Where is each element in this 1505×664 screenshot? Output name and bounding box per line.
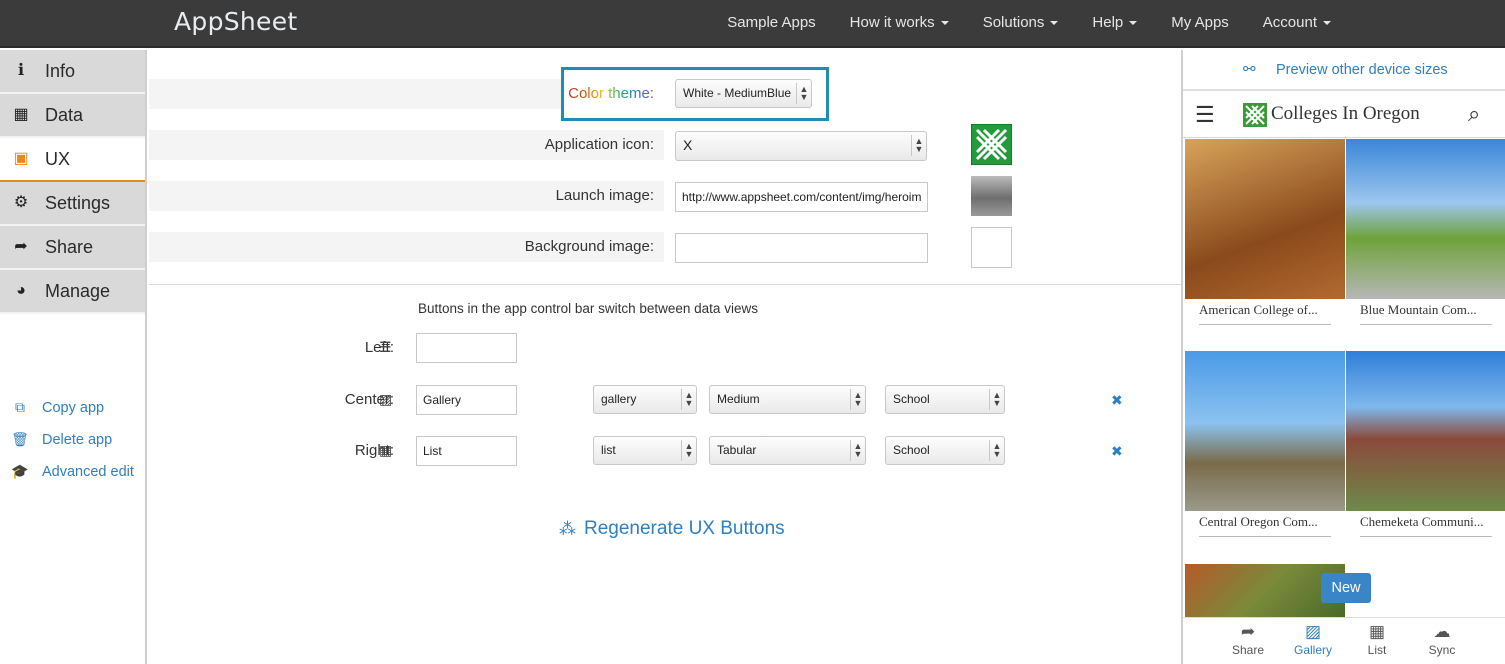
center-button-name-input[interactable]: Gallery bbox=[416, 385, 517, 415]
top-navigation-bar: AppSheet Sample Apps How it works Soluti… bbox=[0, 0, 1505, 48]
sidebar-item-manage[interactable]: ◕ Manage bbox=[0, 270, 145, 314]
caret-down-icon bbox=[1050, 21, 1059, 26]
nav-sample-apps[interactable]: Sample Apps bbox=[710, 0, 832, 48]
share-arrow-icon: ➦ bbox=[14, 238, 28, 255]
graduation-cap-icon: 🎓 bbox=[11, 463, 29, 479]
application-icon-select[interactable]: X ▲ ▼ bbox=[675, 131, 927, 161]
table-icon: ▦ bbox=[379, 442, 393, 458]
sidebar-item-data[interactable]: ▦ Data bbox=[0, 94, 145, 138]
tab-list[interactable]: ▦ List bbox=[1347, 621, 1407, 657]
right-table-select[interactable]: School ▲ ▼ bbox=[885, 436, 1005, 465]
center-button-row: Center: ▨ Gallery gallery ▲ ▼ Medium ▲ ▼ Sch… bbox=[149, 385, 1181, 417]
select-arrows-icon: ▲ ▼ bbox=[850, 440, 865, 461]
cloud-icon: ☁ bbox=[1433, 622, 1451, 641]
left-button-name-input[interactable] bbox=[416, 333, 517, 363]
sidebar-item-ux[interactable]: ▣ UX bbox=[0, 138, 145, 182]
gallery-card-image bbox=[1346, 139, 1505, 299]
nav-help[interactable]: Help bbox=[1075, 0, 1154, 48]
launch-image-thumbnail bbox=[971, 176, 1012, 216]
select-arrows-icon: ▲ ▼ bbox=[681, 440, 696, 461]
center-view-type-select[interactable]: gallery ▲ ▼ bbox=[593, 385, 697, 414]
center-table-select[interactable]: School ▲ ▼ bbox=[885, 385, 1005, 414]
phone-tab-bar: ➦ Share ▨ Gallery ▦ List ☁ Sync bbox=[1183, 617, 1505, 664]
image-file-icon: ▣ bbox=[13, 150, 29, 167]
gallery-icon: ▨ bbox=[1304, 622, 1322, 641]
device-preview-panel: ⚯ Preview other device sizes ☰ Colleges I… bbox=[1181, 50, 1505, 664]
phone-app-header: ☰ Colleges In Oregon ⌕ bbox=[1183, 93, 1505, 138]
gallery-card-caption: Blue Mountain Com... bbox=[1360, 302, 1492, 325]
gallery-card-image bbox=[1185, 351, 1345, 511]
spinner-icon: ⁂ bbox=[559, 519, 576, 538]
regenerate-ux-buttons-button[interactable]: ⁂ Regenerate UX Buttons bbox=[559, 518, 785, 540]
new-record-button[interactable]: New bbox=[1321, 573, 1371, 603]
caret-down-icon bbox=[1323, 21, 1331, 26]
search-icon[interactable]: ⌕ bbox=[1468, 101, 1480, 127]
buttons-caption: Buttons in the app control bar switch be… bbox=[418, 301, 758, 316]
right-button-name-input[interactable]: List bbox=[416, 436, 517, 466]
tab-gallery[interactable]: ▨ Gallery bbox=[1283, 621, 1343, 657]
sidebar-item-settings[interactable]: ⚙ Settings bbox=[0, 182, 145, 226]
app-logo-icon bbox=[1243, 103, 1267, 127]
application-icon-label: Application icon: bbox=[544, 136, 654, 153]
left-button-row: Left: ☰ bbox=[149, 333, 1181, 365]
right-size-select[interactable]: Tabular ▲ ▼ bbox=[709, 436, 866, 465]
nav-how-it-works[interactable]: How it works bbox=[833, 0, 966, 48]
table-icon: ▦ bbox=[13, 106, 29, 123]
main-nav: Sample Apps How it works Solutions Help … bbox=[710, 0, 1505, 48]
divider bbox=[149, 284, 1181, 285]
tab-share[interactable]: ➦ Share bbox=[1218, 621, 1278, 657]
color-theme-select[interactable]: White - MediumBlue ▲ ▼ bbox=[675, 79, 812, 108]
sidebar: ℹ Info ▦ Data ▣ UX ⚙ Settings ➦ Share ◕ Manage… bbox=[0, 50, 147, 664]
list-icon: ☰ bbox=[379, 339, 392, 355]
sidebar-item-share[interactable]: ➦ Share bbox=[0, 226, 145, 270]
nav-solutions[interactable]: Solutions bbox=[966, 0, 1076, 48]
gallery-card-image bbox=[1185, 139, 1345, 299]
copy-icon: ⧉ bbox=[15, 399, 25, 415]
background-image-label: Background image: bbox=[524, 238, 654, 255]
select-arrows-icon: ▲ ▼ bbox=[989, 440, 1004, 461]
caret-down-icon bbox=[1129, 21, 1138, 26]
delete-app-link[interactable]: 🗑 Delete app bbox=[0, 431, 147, 448]
tab-sync[interactable]: ☁ Sync bbox=[1412, 621, 1472, 657]
gear-icon: ⚙ bbox=[13, 194, 29, 211]
dashboard-icon: ◕ bbox=[16, 282, 26, 299]
nav-my-apps[interactable]: My Apps bbox=[1154, 0, 1246, 48]
info-icon: ℹ bbox=[17, 62, 25, 79]
remove-right-button-icon[interactable]: ✖ bbox=[1111, 443, 1123, 460]
copy-app-link[interactable]: ⧉ Copy app bbox=[0, 399, 147, 416]
gallery-card-caption: Chemeketa Communi... bbox=[1360, 514, 1492, 537]
brand-logo[interactable]: AppSheet bbox=[174, 7, 298, 36]
launch-image-input[interactable]: http://www.appsheet.com/content/img/hero… bbox=[675, 182, 928, 212]
share-icon: ➦ bbox=[1240, 622, 1256, 641]
launch-image-label: Launch image: bbox=[555, 187, 654, 204]
select-arrows-icon: ▲ ▼ bbox=[911, 135, 926, 156]
hamburger-menu-icon[interactable]: ☰ bbox=[1195, 102, 1215, 128]
select-arrows-icon: ▲ ▼ bbox=[796, 83, 811, 104]
caret-down-icon bbox=[940, 21, 949, 26]
nav-account[interactable]: Account bbox=[1246, 0, 1505, 48]
color-theme-label: Color theme: bbox=[568, 85, 654, 102]
binoculars-icon: ⚯ bbox=[1243, 61, 1256, 78]
right-button-row: Right: ▦ List list ▲ ▼ Tabular ▲ ▼ School ▲ ▼ … bbox=[149, 436, 1181, 468]
gallery-card-caption: Central Oregon Com... bbox=[1199, 514, 1331, 537]
sidebar-item-info[interactable]: ℹ Info bbox=[0, 50, 145, 94]
advanced-edit-link[interactable]: 🎓 Advanced edit bbox=[0, 463, 147, 480]
gallery-card-caption: American College of... bbox=[1199, 302, 1331, 325]
gallery-card-image bbox=[1346, 351, 1505, 511]
select-arrows-icon: ▲ ▼ bbox=[681, 389, 696, 410]
center-size-select[interactable]: Medium ▲ ▼ bbox=[709, 385, 866, 414]
preview-device-sizes-link[interactable]: ⚯ Preview other device sizes bbox=[1183, 50, 1505, 91]
remove-center-button-icon[interactable]: ✖ bbox=[1111, 392, 1123, 409]
select-arrows-icon: ▲ ▼ bbox=[989, 389, 1004, 410]
select-arrows-icon: ▲ ▼ bbox=[850, 389, 865, 410]
app-icon-thumbnail bbox=[971, 124, 1012, 165]
list-grid-icon: ▦ bbox=[1368, 622, 1386, 641]
background-image-input[interactable] bbox=[675, 233, 928, 263]
right-view-type-select[interactable]: list ▲ ▼ bbox=[593, 436, 697, 465]
background-image-thumbnail bbox=[971, 227, 1012, 268]
image-icon: ▨ bbox=[379, 391, 393, 407]
ux-settings-panel: Color theme: White - MediumBlue ▲ ▼ Applic… bbox=[149, 50, 1181, 664]
phone-app-title: Colleges In Oregon bbox=[1271, 103, 1420, 124]
trash-icon: 🗑 bbox=[11, 431, 29, 447]
